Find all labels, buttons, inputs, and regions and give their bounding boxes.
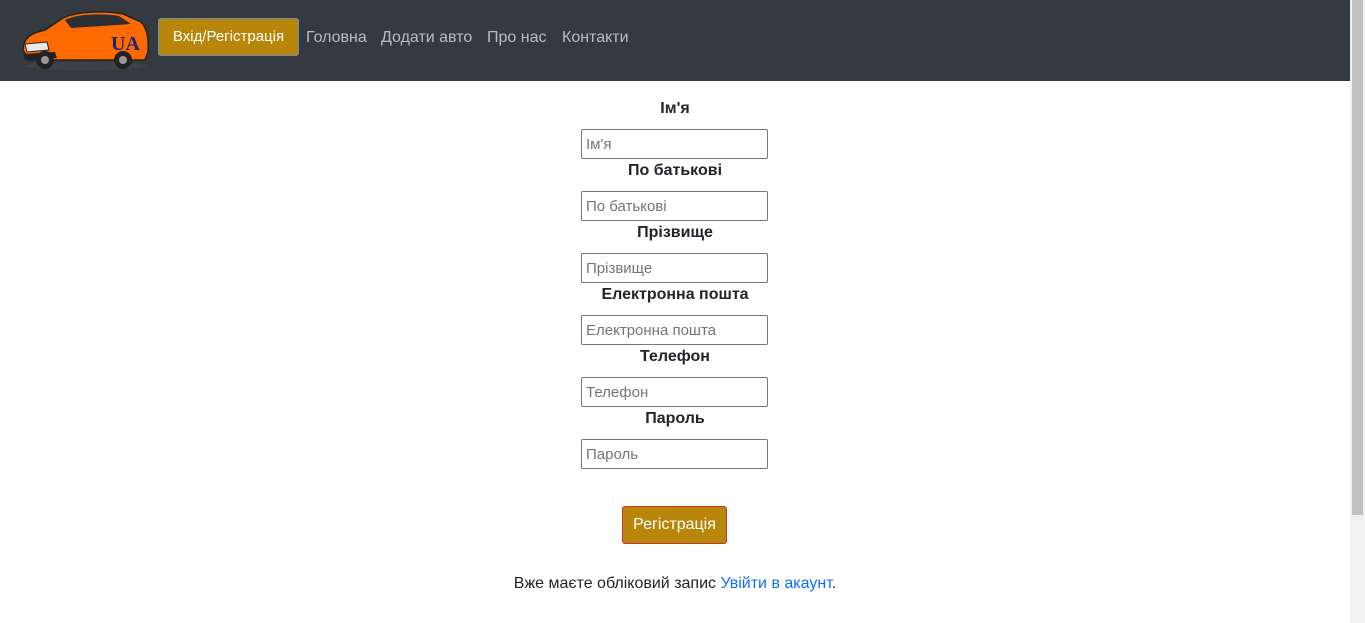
account-note: Вже маєте обліковий запис Увійти в акаун…	[0, 575, 1350, 593]
register-button[interactable]: Регістрація	[622, 506, 727, 544]
email-label: Електронна пошта	[601, 286, 749, 303]
nav-link-home[interactable]: Головна	[306, 29, 367, 47]
nav-link-about[interactable]: Про нас	[487, 29, 546, 47]
first-name-label: Ім'я	[660, 100, 690, 117]
email-input[interactable]	[581, 315, 768, 345]
password-input[interactable]	[581, 439, 768, 469]
last-name-label: Прізвище	[637, 224, 713, 241]
nav-link-add-car[interactable]: Додати авто	[381, 29, 472, 47]
password-label: Пароль	[645, 410, 705, 427]
middle-name-label: По батькові	[627, 162, 723, 179]
first-name-input[interactable]	[581, 129, 768, 159]
account-note-text: Вже маєте обліковий запис	[513, 575, 721, 592]
account-note-end: .	[831, 575, 837, 592]
scrollbar-thumb[interactable]	[1352, 0, 1363, 515]
nav-link-contacts[interactable]: Контакти	[562, 29, 629, 47]
phone-input[interactable]	[581, 377, 768, 407]
navbar: UA Вхід/Регістрація Головна Додати авто …	[0, 0, 1350, 81]
scrollbar[interactable]	[1350, 0, 1365, 623]
middle-name-input[interactable]	[581, 191, 768, 221]
phone-label: Телефон	[640, 348, 710, 365]
last-name-input[interactable]	[581, 253, 768, 283]
login-register-button[interactable]: Вхід/Регістрація	[158, 18, 299, 56]
logo-text: UA	[111, 33, 140, 55]
car-logo[interactable]: UA	[19, 8, 151, 72]
login-link[interactable]: Увійти в акаунт	[720, 575, 831, 592]
